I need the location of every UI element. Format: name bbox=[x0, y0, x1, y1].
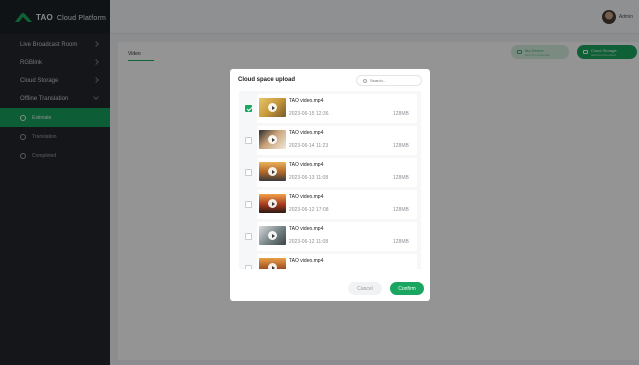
file-card[interactable]: TAO video.mp4 2023-06-15 12:36 128MB bbox=[257, 94, 417, 123]
play-icon bbox=[268, 135, 277, 144]
video-thumbnail bbox=[259, 130, 286, 149]
file-checkbox[interactable] bbox=[245, 201, 252, 208]
video-thumbnail bbox=[259, 258, 286, 269]
cloud-upload-dialog: Cloud space upload TAO video.mp4 2023-06… bbox=[230, 69, 430, 301]
file-checkbox[interactable] bbox=[245, 265, 252, 269]
file-checkbox[interactable] bbox=[245, 233, 252, 240]
file-card[interactable]: TAO video.mp4 2023-06-12 11:08 128MB bbox=[257, 222, 417, 251]
search-box[interactable] bbox=[356, 75, 422, 86]
play-icon bbox=[268, 103, 277, 112]
play-icon bbox=[268, 167, 277, 176]
file-name: TAO video.mp4 bbox=[289, 226, 324, 232]
play-icon bbox=[268, 199, 277, 208]
file-date: 2023-06-12 11:08 bbox=[289, 239, 329, 245]
file-name: TAO video.mp4 bbox=[289, 98, 324, 104]
dialog-title: Cloud space upload bbox=[238, 77, 296, 83]
video-thumbnail bbox=[259, 226, 286, 245]
file-size: 128MB bbox=[393, 175, 409, 181]
file-size: 128MB bbox=[393, 207, 409, 213]
file-size: 128MB bbox=[393, 239, 409, 245]
file-checkbox[interactable] bbox=[245, 105, 252, 112]
file-name: TAO video.mp4 bbox=[289, 162, 324, 168]
file-date: 2023-06-12 17:08 bbox=[289, 207, 329, 213]
file-card[interactable]: TAO video.mp4 2023-06-13 11:08 128MB bbox=[257, 158, 417, 187]
file-size: 128MB bbox=[393, 143, 409, 149]
file-checkbox[interactable] bbox=[245, 169, 252, 176]
file-row[interactable]: TAO video.mp4 2023-06-12 11:08 128MB bbox=[239, 221, 421, 253]
file-row[interactable]: TAO video.mp4 2023-06-13 11:08 128MB bbox=[239, 157, 421, 189]
file-list[interactable]: TAO video.mp4 2023-06-15 12:36 128MB TAO… bbox=[239, 91, 421, 269]
file-date: 2023-06-14 11:23 bbox=[289, 143, 329, 149]
file-row[interactable]: TAO video.mp4 2023-06-14 11:23 128MB bbox=[239, 125, 421, 157]
search-input[interactable] bbox=[370, 78, 418, 83]
video-thumbnail bbox=[259, 98, 286, 117]
file-date: 2023-06-15 12:36 bbox=[289, 111, 329, 117]
file-checkbox[interactable] bbox=[245, 137, 252, 144]
play-icon bbox=[268, 231, 277, 240]
file-card[interactable]: TAO video.mp4 bbox=[257, 254, 417, 269]
play-icon bbox=[268, 263, 277, 269]
file-name: TAO video.mp4 bbox=[289, 258, 324, 264]
file-row[interactable]: TAO video.mp4 2023-06-12 17:08 128MB bbox=[239, 189, 421, 221]
file-card[interactable]: TAO video.mp4 2023-06-14 11:23 128MB bbox=[257, 126, 417, 155]
file-row[interactable]: TAO video.mp4 bbox=[239, 253, 421, 269]
file-name: TAO video.mp4 bbox=[289, 130, 324, 136]
file-card[interactable]: TAO video.mp4 2023-06-12 17:08 128MB bbox=[257, 190, 417, 219]
confirm-button[interactable]: Confirm bbox=[390, 282, 424, 295]
video-thumbnail bbox=[259, 162, 286, 181]
video-thumbnail bbox=[259, 194, 286, 213]
file-size: 128MB bbox=[393, 111, 409, 117]
file-date: 2023-06-13 11:08 bbox=[289, 175, 329, 181]
file-row[interactable]: TAO video.mp4 2023-06-15 12:36 128MB bbox=[239, 93, 421, 125]
cancel-button[interactable]: Cancel bbox=[348, 282, 382, 295]
search-icon bbox=[363, 78, 367, 83]
file-name: TAO video.mp4 bbox=[289, 194, 324, 200]
